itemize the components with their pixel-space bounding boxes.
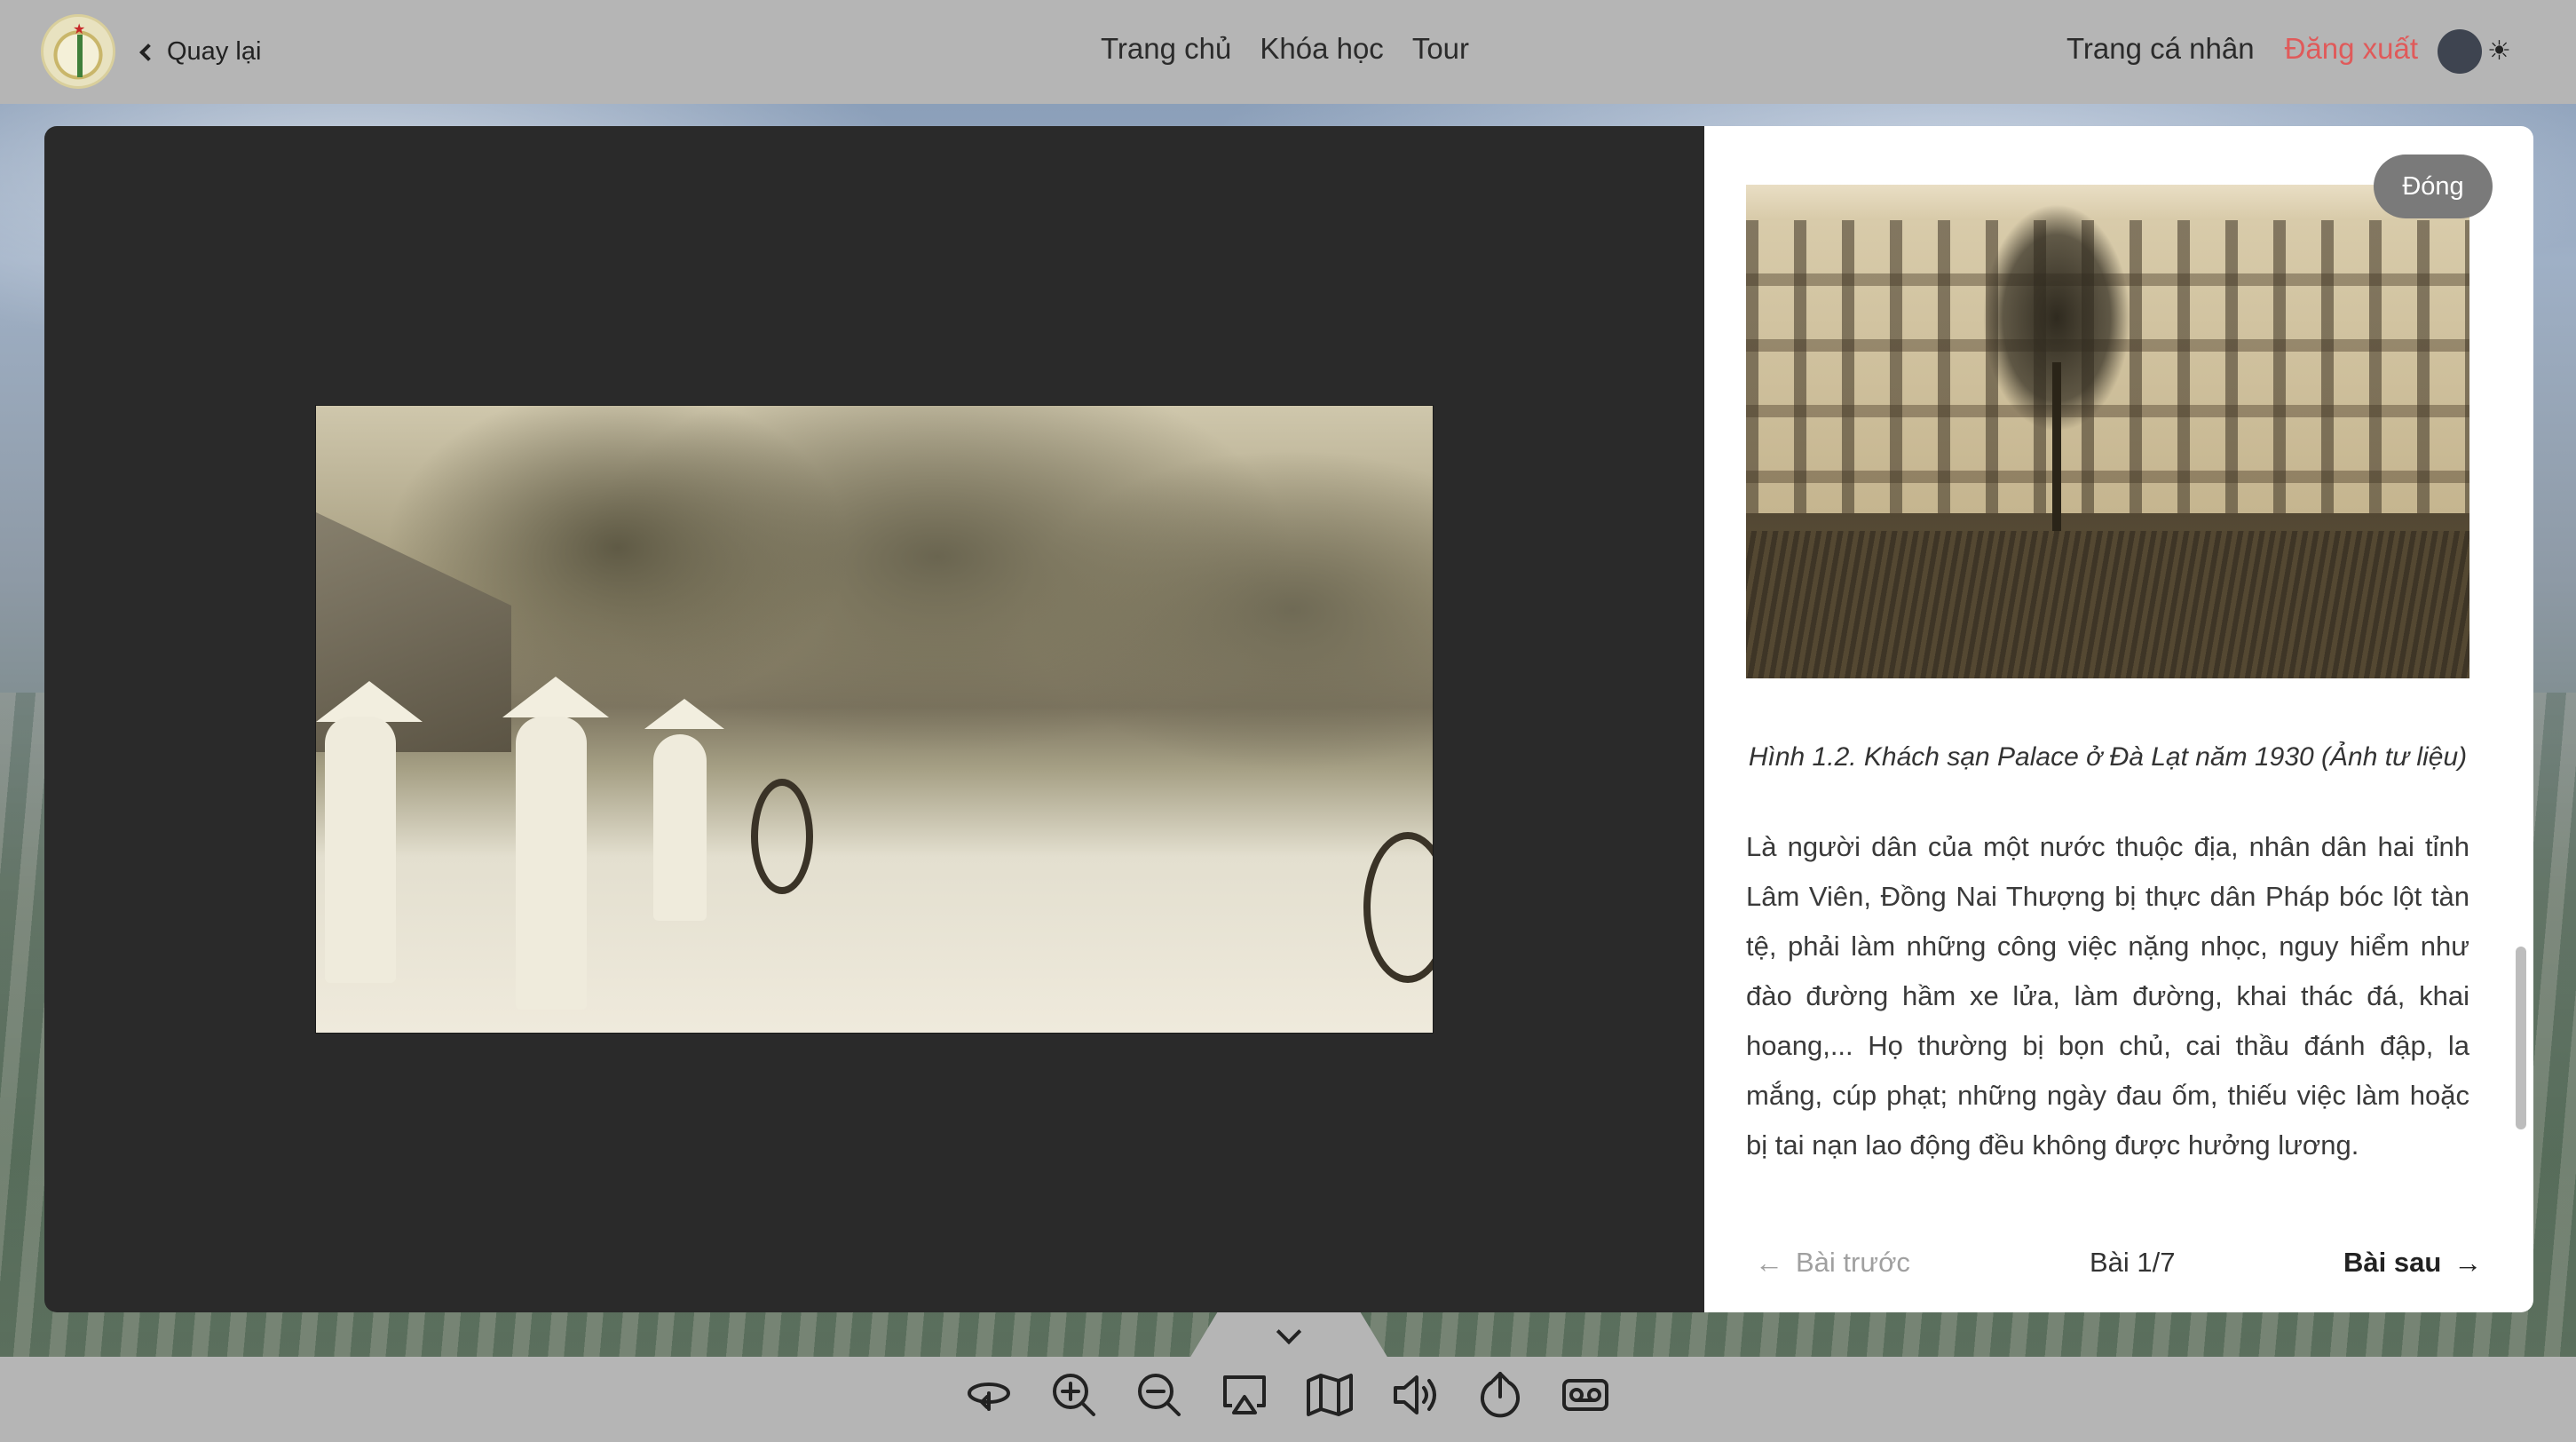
zoom-in-icon[interactable] bbox=[1049, 1370, 1099, 1420]
nav-item-home[interactable]: Trang chủ bbox=[1101, 32, 1231, 66]
lesson-counter: Bài 1/7 bbox=[2090, 1247, 2176, 1278]
next-lesson-label: Bài sau bbox=[2343, 1247, 2442, 1278]
map-icon[interactable] bbox=[1305, 1370, 1355, 1420]
voicemail-icon[interactable] bbox=[1561, 1370, 1610, 1420]
panel-scrollbar[interactable] bbox=[2516, 947, 2526, 1129]
cast-icon[interactable] bbox=[1220, 1370, 1269, 1420]
image-viewer bbox=[44, 126, 1704, 1312]
logo-tower-icon bbox=[77, 35, 83, 77]
lesson-pager: ← Bài trước Bài 1/7 Bài sau → bbox=[1746, 1240, 2483, 1289]
site-logo[interactable]: ★ bbox=[41, 14, 115, 89]
chevron-left-icon bbox=[139, 44, 157, 61]
image-caption: Hình 1.2. Khách sạn Palace ở Đà Lạt năm … bbox=[1748, 742, 2468, 772]
logout-link[interactable]: Đăng xuất bbox=[2285, 32, 2418, 66]
nav-item-tour[interactable]: Tour bbox=[1412, 32, 1469, 66]
close-button[interactable]: Đóng bbox=[2374, 154, 2493, 218]
theme-toggle[interactable]: ☀ bbox=[2438, 27, 2517, 76]
chevron-down-icon bbox=[1276, 1319, 1302, 1345]
toolbar-tools bbox=[964, 1370, 1610, 1420]
back-label: Quay lại bbox=[167, 36, 262, 66]
profile-link[interactable]: Trang cá nhân bbox=[2066, 32, 2255, 66]
market-photo bbox=[315, 405, 1434, 1034]
toggle-knob bbox=[2438, 29, 2482, 74]
volume-icon[interactable] bbox=[1390, 1370, 1440, 1420]
prev-lesson-label: Bài trước bbox=[1796, 1247, 1910, 1278]
palace-hotel-photo bbox=[1746, 185, 2469, 678]
back-button[interactable]: Quay lại bbox=[139, 32, 262, 71]
zoom-out-icon[interactable] bbox=[1134, 1370, 1184, 1420]
nav-item-courses[interactable]: Khóa học bbox=[1260, 32, 1383, 66]
main-nav: Trang chủ Khóa học Tour bbox=[1101, 32, 1469, 66]
next-lesson-button[interactable]: Bài sau → bbox=[2343, 1247, 2482, 1279]
arrow-right-icon: → bbox=[2454, 1247, 2483, 1279]
arrow-left-icon: ← bbox=[1755, 1247, 1783, 1279]
share-icon[interactable] bbox=[1475, 1370, 1525, 1420]
collapse-toolbar-button[interactable] bbox=[1189, 1312, 1388, 1359]
prev-lesson-button[interactable]: ← Bài trước bbox=[1755, 1247, 1910, 1279]
sun-icon: ☀ bbox=[2487, 36, 2511, 67]
lesson-text: Là người dân của một nước thuộc địa, nhâ… bbox=[1746, 831, 2469, 1161]
rotate-icon[interactable] bbox=[964, 1370, 1014, 1420]
user-nav: Trang cá nhân Đăng xuất bbox=[2066, 32, 2418, 66]
